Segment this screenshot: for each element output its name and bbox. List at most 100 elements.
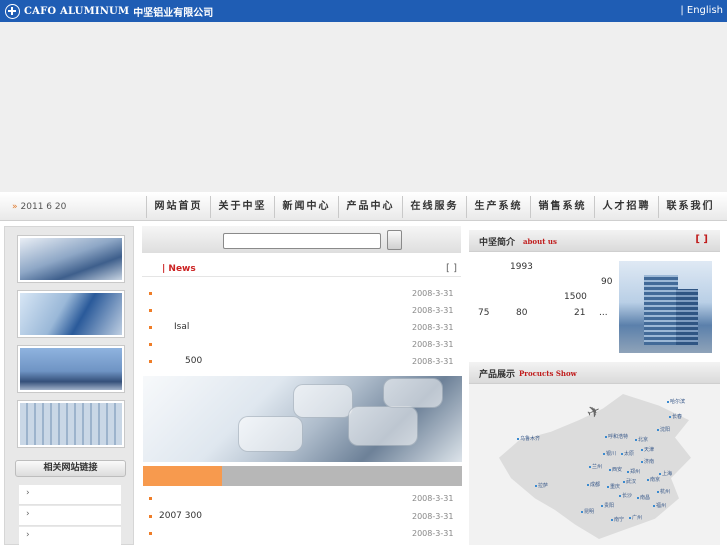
puzzle-piece: [238, 416, 303, 452]
city-label[interactable]: 长春: [669, 413, 682, 420]
city-label[interactable]: 福州: [653, 502, 666, 509]
brand-english-name: CAFO ALUMINUM: [24, 5, 130, 17]
product-thumb-3[interactable]: [17, 345, 125, 393]
product-thumb-2[interactable]: [17, 290, 125, 338]
city-label[interactable]: 南昌: [637, 494, 650, 501]
city-label[interactable]: 昆明: [581, 508, 594, 515]
news-date: 2008-3-31: [412, 512, 454, 521]
bullet-icon: [149, 309, 152, 312]
nav-recruitment[interactable]: 人才招聘: [594, 196, 658, 218]
city-label[interactable]: 武汉: [623, 478, 636, 485]
city-label[interactable]: 北京: [635, 436, 648, 443]
related-link-item[interactable]: ›: [19, 527, 121, 545]
logo-icon: [5, 3, 20, 19]
news-item[interactable]: 500 2008-3-31: [142, 353, 461, 370]
left-sidebar: 相关网站链接 › › ›: [4, 226, 134, 545]
news-item[interactable]: 2008-3-31: [142, 302, 461, 319]
news-more-link[interactable]: [ ]: [446, 263, 457, 274]
top-header: CAFO ALUMINUM 中坚铝业有限公司 | English: [0, 0, 727, 22]
city-label[interactable]: 呼和浩特: [605, 433, 628, 440]
about-text: 80: [516, 308, 528, 318]
building-photo-icon: [20, 348, 122, 390]
product-thumb-1[interactable]: [17, 235, 125, 283]
sales-map[interactable]: ✈ 哈尔滨 长春 沈阳 北京 呼和浩特 天津 乌鲁木齐 银川 太原 济南 兰州 …: [469, 384, 720, 545]
city-label[interactable]: 郑州: [627, 468, 640, 475]
city-label[interactable]: 贵阳: [601, 502, 614, 509]
news-item[interactable]: 2008-3-31: [142, 490, 461, 507]
related-links-title[interactable]: 相关网站链接: [15, 460, 126, 477]
news-tab-active[interactable]: [143, 466, 222, 486]
city-label[interactable]: 长沙: [619, 492, 632, 499]
nav-online-service[interactable]: 在线服务: [402, 196, 466, 218]
nav-news[interactable]: 新闻中心: [274, 196, 338, 218]
nav-home[interactable]: 网站首页: [146, 196, 210, 218]
news-text: 500: [185, 356, 203, 366]
city-label[interactable]: 上海: [659, 470, 672, 477]
news-item[interactable]: 2008-3-31: [142, 336, 461, 353]
main-content: | News [ ] 2008-3-31 2008-3-31 Isal 2008…: [138, 226, 465, 545]
city-label[interactable]: 西安: [609, 466, 622, 473]
products-title-en: Procucts Show: [519, 369, 577, 378]
news-item[interactable]: 2008-3-31: [142, 285, 461, 302]
city-label[interactable]: 拉萨: [535, 482, 548, 489]
building-tower: [676, 289, 698, 345]
news-date: 2008-3-31: [412, 357, 454, 366]
brand[interactable]: CAFO ALUMINUM 中坚铝业有限公司: [5, 3, 213, 19]
city-label[interactable]: 兰州: [589, 463, 602, 470]
city-label[interactable]: 沈阳: [657, 426, 670, 433]
about-text: 75: [478, 308, 490, 318]
city-label[interactable]: 成都: [587, 481, 600, 488]
city-label[interactable]: 乌鲁木齐: [517, 435, 540, 442]
news-item[interactable]: 2008-3-31: [142, 525, 461, 542]
news-header: | News [ ]: [142, 260, 461, 277]
about-more-link[interactable]: [ ]: [695, 234, 708, 245]
city-label[interactable]: 哈尔滨: [667, 398, 685, 405]
about-title: 中坚简介: [479, 238, 516, 248]
puzzle-piece: [293, 384, 353, 418]
bullet-icon: [149, 532, 152, 535]
city-label[interactable]: 南宁: [611, 516, 624, 523]
product-thumb-4[interactable]: [17, 400, 125, 448]
news-date: 2008-3-31: [412, 494, 454, 503]
main-navbar: 2011 6 20 网站首页 关于中坚 新闻中心 产品中心 在线服务 生产系统 …: [0, 193, 727, 221]
search-button[interactable]: [387, 230, 402, 250]
right-sidebar: 中坚简介 about us [ ] 1993 90 1500 75 80 21 …: [467, 226, 727, 545]
building-tower: [644, 275, 678, 345]
nav-about[interactable]: 关于中坚: [210, 196, 274, 218]
puzzle-piece: [348, 406, 418, 446]
city-label[interactable]: 济南: [641, 458, 654, 465]
city-label[interactable]: 广州: [629, 514, 642, 521]
current-date: 2011 6 20: [12, 202, 67, 212]
nav-production[interactable]: 生产系统: [466, 196, 530, 218]
products-title: 产品展示: [479, 370, 516, 380]
search-bar: [142, 226, 461, 253]
news-tab-bar: [143, 466, 462, 486]
news-item[interactable]: Isal 2008-3-31: [142, 319, 461, 336]
city-label[interactable]: 太原: [621, 450, 634, 457]
city-label[interactable]: 重庆: [607, 483, 620, 490]
search-input[interactable]: [223, 233, 381, 249]
news-date: 2008-3-31: [412, 340, 454, 349]
bullet-icon: [149, 326, 152, 329]
city-label[interactable]: 南京: [647, 476, 660, 483]
nav-sales[interactable]: 销售系统: [530, 196, 594, 218]
office-building-photo: [619, 261, 712, 353]
link-arrow: ›: [26, 530, 30, 540]
city-label[interactable]: 天津: [641, 446, 654, 453]
bullet-icon: [149, 343, 152, 346]
about-text: 90: [601, 277, 613, 287]
city-label[interactable]: 杭州: [657, 488, 670, 495]
related-link-item[interactable]: ›: [19, 485, 121, 505]
link-arrow: ›: [26, 488, 30, 498]
main-nav: 网站首页 关于中坚 新闻中心 产品中心 在线服务 生产系统 销售系统 人才招聘 …: [146, 196, 722, 218]
about-title-en: about us: [523, 237, 557, 246]
english-link[interactable]: | English: [680, 5, 723, 16]
nav-products[interactable]: 产品中心: [338, 196, 402, 218]
related-link-item[interactable]: ›: [19, 506, 121, 526]
news-date: 2008-3-31: [412, 306, 454, 315]
city-label[interactable]: 银川: [603, 450, 616, 457]
news-item[interactable]: 2007 300 2008-3-31: [142, 508, 461, 525]
products-header: 产品展示 Procucts Show: [469, 362, 720, 384]
nav-contact[interactable]: 联系我们: [658, 196, 722, 218]
news-date: 2008-3-31: [412, 323, 454, 332]
